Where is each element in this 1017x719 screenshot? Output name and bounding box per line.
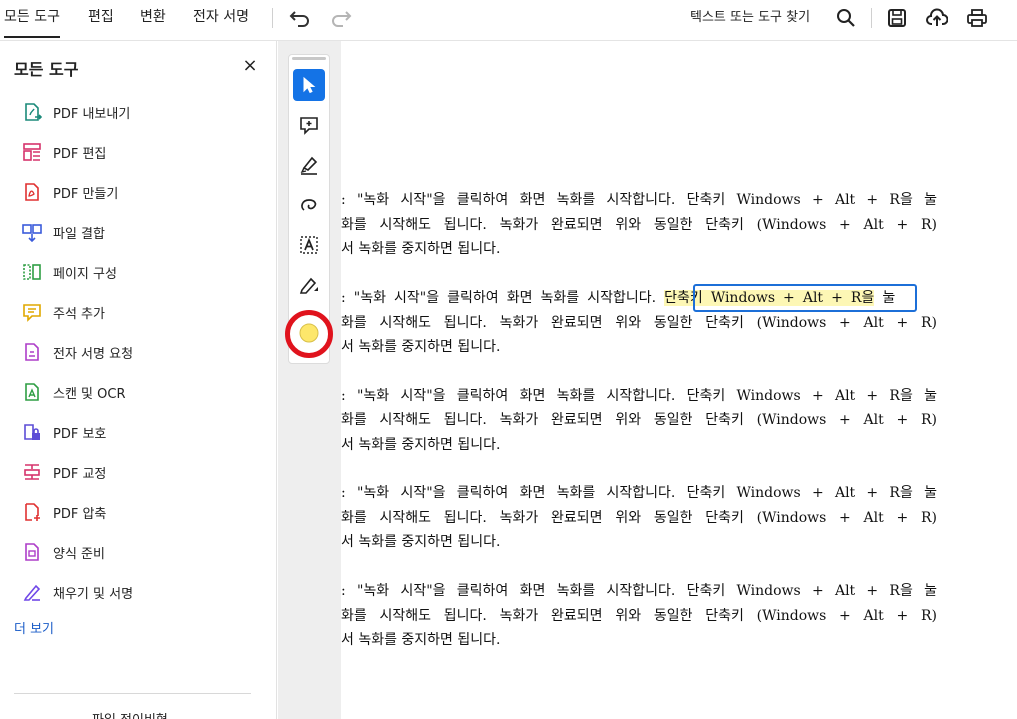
freehand-draw-icon xyxy=(301,199,317,211)
undo-icon[interactable] xyxy=(288,6,312,30)
add-comment-button[interactable] xyxy=(293,109,325,141)
save-icon[interactable] xyxy=(885,6,909,30)
menu-all-tools[interactable]: 모든 도구 xyxy=(4,0,60,40)
tool-prepare-form[interactable]: 양식 준비 xyxy=(0,534,276,570)
doc-line: 화를 시작해도 됩니다. 녹화가 완료되면 위와 동일한 단축키 (Window… xyxy=(341,315,937,331)
menu-convert[interactable]: 변환 xyxy=(140,0,166,40)
tool-request-esign[interactable]: 전자 서명 요청 xyxy=(0,334,276,370)
tool-label: PDF 만들기 xyxy=(53,187,119,202)
toolbar-divider xyxy=(272,8,273,28)
highlighter-icon xyxy=(300,156,318,175)
comment-plus-icon xyxy=(300,117,318,135)
doc-line-highlighted: : "녹화 시작"을 클릭하여 화면 녹화를 시작합니다. 단축키 Window… xyxy=(341,289,937,307)
panel-title: 모든 도구 xyxy=(14,60,79,79)
comment-icon xyxy=(22,302,42,322)
highlight-color-button[interactable] xyxy=(293,317,325,349)
document-page[interactable]: : "녹화 시작"을 클릭하여 화면 녹화를 시작합니다. 단축키 Window… xyxy=(341,41,1017,719)
tool-compress-pdf[interactable]: PDF 압축 xyxy=(0,494,276,530)
toolbar-divider xyxy=(871,8,872,28)
tool-label: PDF 내보내기 xyxy=(53,107,131,122)
sign-tool-button[interactable] xyxy=(293,269,325,301)
menu-esign[interactable]: 전자 서명 xyxy=(193,0,249,40)
menu-edit[interactable]: 편집 xyxy=(88,0,114,40)
doc-line: 서 녹화를 중지하면 됩니다. xyxy=(341,241,501,257)
tool-label: 스캔 및 OCR xyxy=(53,387,126,402)
cloud-upload-icon[interactable] xyxy=(925,6,949,30)
tool-pdf-edit[interactable]: PDF 편집 xyxy=(0,134,276,170)
tool-organize-pages[interactable]: 페이지 구성 xyxy=(0,254,276,290)
tool-scan-ocr[interactable]: 스캔 및 OCR xyxy=(0,374,276,410)
doc-line: 화를 시작해도 됩니다. 녹화가 완료되면 위와 동일한 단축키 (Window… xyxy=(341,510,937,526)
close-icon[interactable]: × xyxy=(240,56,260,76)
tool-label: 파일 결합 xyxy=(53,227,105,242)
tool-label: PDF 교정 xyxy=(53,467,107,482)
draw-tool-button[interactable] xyxy=(293,189,325,221)
tool-label: 전자 서명 요청 xyxy=(53,347,134,362)
drag-handle-icon[interactable] xyxy=(292,57,326,60)
request-esign-icon xyxy=(22,342,42,362)
tool-label: PDF 압축 xyxy=(53,507,107,522)
doc-line: : "녹화 시작"을 클릭하여 화면 녹화를 시작합니다. 단축키 Window… xyxy=(341,583,937,599)
show-more-link[interactable]: 더 보기 xyxy=(14,618,54,637)
pdf-edit-icon xyxy=(22,142,42,162)
tool-label: 양식 준비 xyxy=(53,547,105,562)
pen-sign-icon xyxy=(299,277,318,294)
tool-protect-pdf[interactable]: PDF 보호 xyxy=(0,414,276,450)
combine-files-icon xyxy=(22,222,42,243)
tool-pdf-create[interactable]: PDF 만들기 xyxy=(0,174,276,210)
doc-line: 화를 시작해도 됩니다. 녹화가 완료되면 위와 동일한 단축키 (Window… xyxy=(341,608,937,624)
print-icon[interactable] xyxy=(965,6,989,30)
organize-pages-icon xyxy=(22,262,42,282)
yellow-color-swatch-icon xyxy=(299,323,319,343)
compress-pdf-icon xyxy=(22,502,42,522)
tool-add-comment[interactable]: 주석 추가 xyxy=(0,294,276,330)
tool-label: 주석 추가 xyxy=(53,307,105,322)
find-text-or-tools[interactable]: 텍스트 또는 도구 찾기 xyxy=(690,0,810,35)
doc-text: 눌 xyxy=(874,290,896,306)
doc-line: 서 녹화를 중지하면 됩니다. xyxy=(341,339,501,355)
tool-combine-files[interactable]: 파일 결합 xyxy=(0,214,276,250)
tool-label: PDF 보호 xyxy=(53,427,107,442)
doc-line: 서 녹화를 중지하면 됩니다. xyxy=(341,534,501,550)
tool-label: 페이지 구성 xyxy=(53,267,117,282)
panel-divider xyxy=(14,693,251,694)
search-icon[interactable] xyxy=(834,6,858,30)
scan-ocr-icon xyxy=(22,382,42,402)
doc-line: 서 녹화를 중지하면 됩니다. xyxy=(341,632,501,648)
tool-label: 채우기 및 서명 xyxy=(53,587,134,602)
doc-line: : "녹화 시작"을 클릭하여 화면 녹화를 시작합니다. 단축키 Window… xyxy=(341,485,937,501)
all-tools-panel: 모든 도구 × PDF 내보내기 PDF 편집 PDF 만들기 파일 결합 페이… xyxy=(0,41,277,719)
tool-pdf-export[interactable]: PDF 내보내기 xyxy=(0,94,276,130)
pdf-export-icon xyxy=(22,102,43,122)
top-toolbar: 모든 도구 편집 변환 전자 서명 텍스트 또는 도구 찾기 xyxy=(0,0,1017,41)
tool-fill-sign[interactable]: 채우기 및 서명 xyxy=(0,574,276,610)
redact-pdf-icon xyxy=(22,462,42,482)
tool-redact-pdf[interactable]: PDF 교정 xyxy=(0,454,276,490)
select-tool-button[interactable] xyxy=(293,69,325,101)
panel-footer-text: 파일 정이비협 xyxy=(92,709,168,719)
redo-icon[interactable] xyxy=(329,6,353,30)
fill-sign-icon xyxy=(22,582,42,602)
highlight-tool-button[interactable] xyxy=(293,149,325,181)
doc-text: : "녹화 시작"을 클릭하여 화면 녹화를 시작합니다. xyxy=(341,290,665,306)
text-box-tool-button[interactable] xyxy=(293,229,325,261)
tool-label: PDF 편집 xyxy=(53,147,107,162)
pdf-create-icon xyxy=(22,182,42,202)
doc-line: 화를 시작해도 됩니다. 녹화가 완료되면 위와 동일한 단축키 (Window… xyxy=(341,412,937,428)
doc-line: : "녹화 시작"을 클릭하여 화면 녹화를 시작합니다. 단축키 Window… xyxy=(341,192,937,208)
prepare-form-icon xyxy=(22,542,42,562)
protect-pdf-icon xyxy=(22,422,42,442)
doc-line: 서 녹화를 중지하면 됩니다. xyxy=(341,437,501,453)
doc-line: 화를 시작해도 됩니다. 녹화가 완료되면 위와 동일한 단축키 (Window… xyxy=(341,217,937,233)
highlighted-text[interactable]: 단축키 Windows + Alt + R을 xyxy=(664,290,875,306)
doc-line: : "녹화 시작"을 클릭하여 화면 녹화를 시작합니다. 단축키 Window… xyxy=(341,388,937,404)
cursor-icon xyxy=(303,76,316,94)
text-box-icon xyxy=(300,236,318,254)
